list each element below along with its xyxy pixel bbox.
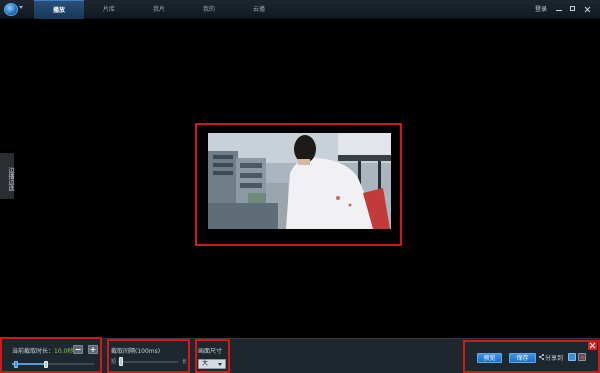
maximize-button[interactable] [566, 3, 580, 15]
highlight-actions-section [463, 340, 600, 373]
tab-cloud-play[interactable]: 云播 [234, 0, 284, 19]
tab-my-clips[interactable]: 我片 [134, 0, 184, 19]
app-logo-icon[interactable] [4, 3, 18, 16]
close-window-button[interactable] [580, 3, 594, 15]
main-tabs: 播放 片库 我片 我的 云播 [34, 0, 284, 19]
close-icon [584, 6, 591, 13]
highlight-duration-section [0, 337, 102, 373]
side-tab-browse-while-playing[interactable]: 边播边选 [0, 153, 14, 199]
highlight-interval-section [107, 339, 190, 373]
video-frame-image [208, 133, 391, 229]
video-preview[interactable] [208, 133, 391, 229]
window-controls [552, 3, 594, 15]
tab-library[interactable]: 片库 [84, 0, 134, 19]
minimize-button[interactable] [552, 3, 566, 15]
tab-play[interactable]: 播放 [34, 0, 84, 19]
login-link[interactable]: 登录 [535, 0, 547, 19]
menu-caret-icon[interactable] [19, 6, 23, 9]
maximize-icon [570, 6, 575, 11]
tab-mine[interactable]: 我的 [184, 0, 234, 19]
highlight-size-section [195, 339, 230, 373]
title-bar: 播放 片库 我片 我的 云播 登录 [0, 0, 600, 19]
minimize-icon [556, 10, 562, 11]
